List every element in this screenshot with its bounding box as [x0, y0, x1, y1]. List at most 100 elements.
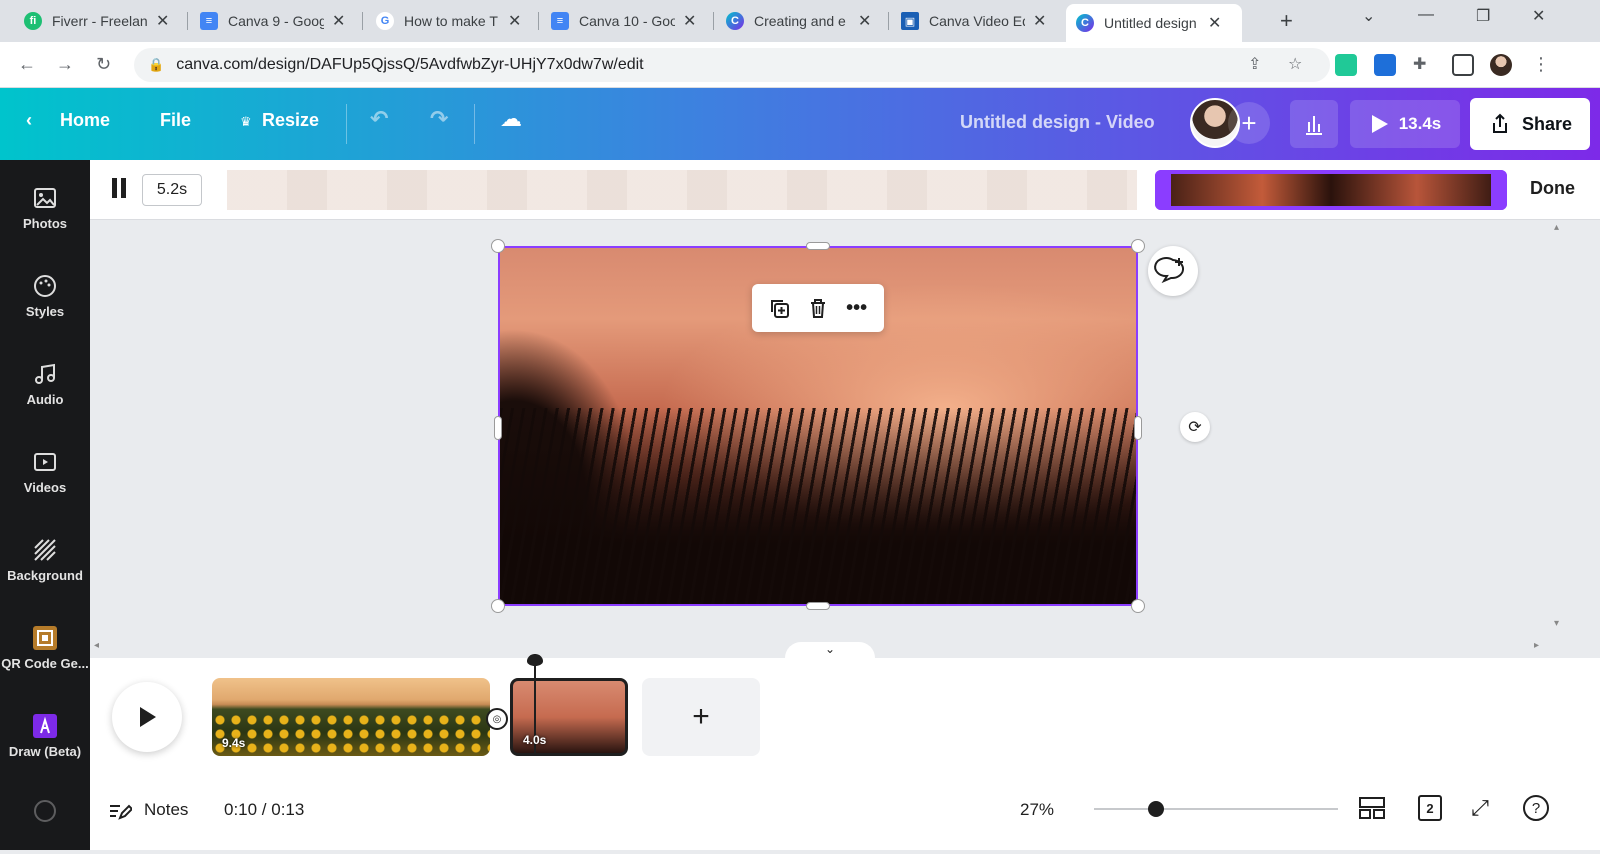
fiverr-icon: fi: [24, 12, 42, 30]
collapse-timeline-button[interactable]: ⌄: [785, 642, 875, 658]
browser-tab[interactable]: ≡ Canva 9 - Google ✕: [190, 6, 355, 36]
resize-handle[interactable]: [491, 599, 505, 613]
sidebar-item-audio[interactable]: Audio: [0, 344, 90, 424]
resize-button[interactable]: Resize: [262, 110, 319, 131]
close-icon[interactable]: ✕: [683, 11, 696, 31]
close-icon[interactable]: ✕: [508, 11, 521, 31]
timeline-clip-sunset-grass[interactable]: 4.0s: [510, 678, 628, 756]
url-input[interactable]: 🔒 canva.com/design/DAFUp5QjssQ/5AvdfwbZy…: [134, 48, 1330, 82]
notes-button[interactable]: Notes: [108, 798, 188, 822]
grid-view-icon[interactable]: [1358, 794, 1386, 822]
file-button[interactable]: File: [160, 110, 191, 131]
play-preview-button[interactable]: 13.4s: [1350, 100, 1460, 148]
tab-title: Fiverr - Freelance: [52, 13, 148, 29]
chevron-left-icon[interactable]: ‹: [26, 110, 32, 131]
redo-icon[interactable]: ↷: [430, 106, 448, 132]
resize-handle[interactable]: [806, 602, 830, 610]
left-sidebar: Photos Styles Audio Videos Background QR…: [0, 160, 90, 850]
menu-kebab-icon[interactable]: ⋮: [1532, 54, 1550, 75]
scroll-down-icon[interactable]: ▾: [1554, 618, 1559, 629]
cloud-saved-icon[interactable]: ☁: [500, 106, 522, 132]
qr-code-icon: [33, 625, 57, 650]
close-icon[interactable]: ✕: [1033, 11, 1046, 31]
draw-pen-icon: [33, 713, 57, 738]
fullscreen-icon[interactable]: ⤢: [1466, 794, 1494, 822]
timeline-clip-sunflowers[interactable]: 9.4s: [212, 678, 490, 756]
resize-handle[interactable]: [1131, 599, 1145, 613]
tab-title: Creating and e: [754, 13, 846, 29]
transition-icon[interactable]: ◎: [486, 708, 508, 730]
add-collaborator-button[interactable]: +: [1228, 102, 1270, 144]
browser-tab[interactable]: G How to make T ✕: [366, 6, 531, 36]
browser-tab[interactable]: ▣ Canva Video Ed ✕: [891, 6, 1056, 36]
rotate-icon[interactable]: ⟳: [1180, 412, 1210, 442]
sidebar-item-background[interactable]: Background: [0, 520, 90, 600]
pause-icon[interactable]: [112, 178, 126, 198]
sidebar-item-photos[interactable]: Photos: [0, 168, 90, 248]
trash-icon[interactable]: [805, 295, 831, 321]
close-icon[interactable]: ✕: [858, 11, 871, 31]
restore-icon[interactable]: ❐: [1476, 6, 1490, 26]
resize-handle[interactable]: [806, 242, 830, 250]
zoom-slider[interactable]: [1094, 801, 1338, 817]
more-options-icon[interactable]: •••: [844, 295, 870, 321]
share-page-icon[interactable]: ⇪: [1248, 54, 1261, 74]
browser-tab[interactable]: ≡ Canva 10 - Goo ✕: [541, 6, 706, 36]
play-button[interactable]: [112, 682, 182, 752]
help-icon[interactable]: ?: [1522, 794, 1550, 822]
sidebar-item-more[interactable]: [0, 774, 90, 854]
bookmark-star-icon[interactable]: ☆: [1288, 54, 1302, 74]
clip-duration: 9.4s: [222, 736, 246, 750]
sidebar-item-qr-code[interactable]: QR Code Ge...: [0, 608, 90, 688]
undo-icon[interactable]: ↶: [370, 106, 388, 132]
close-icon[interactable]: ✕: [156, 11, 169, 31]
reload-icon[interactable]: ↻: [96, 54, 111, 75]
scroll-left-icon[interactable]: ◂: [94, 640, 99, 651]
resize-handle[interactable]: [494, 416, 502, 440]
address-bar-row: ← → ↻ 🔒 canva.com/design/DAFUp5QjssQ/5Av…: [0, 42, 1600, 88]
photo-icon: [34, 187, 56, 208]
pages-count-icon[interactable]: 2: [1416, 794, 1444, 822]
insights-button[interactable]: [1290, 100, 1338, 148]
minimize-icon[interactable]: —: [1418, 6, 1434, 24]
share-button[interactable]: Share: [1470, 98, 1590, 150]
close-window-icon[interactable]: ✕: [1532, 6, 1545, 26]
sidebar-item-videos[interactable]: Videos: [0, 432, 90, 512]
resize-handle[interactable]: [1134, 416, 1142, 440]
vertical-scrollbar[interactable]: ▴ ▾: [1550, 220, 1570, 640]
duplicate-icon[interactable]: [766, 295, 792, 321]
resize-handle[interactable]: [1131, 239, 1145, 253]
forward-icon[interactable]: →: [56, 54, 74, 75]
design-title[interactable]: Untitled design - Video: [960, 112, 1155, 133]
back-icon[interactable]: ←: [18, 54, 36, 75]
browser-tab[interactable]: fi Fiverr - Freelance ✕: [14, 6, 179, 36]
sidebar-item-label: QR Code Ge...: [1, 655, 89, 671]
add-clip-button[interactable]: +: [642, 678, 760, 756]
scroll-up-icon[interactable]: ▴: [1554, 222, 1559, 233]
new-tab-icon[interactable]: +: [1280, 8, 1293, 34]
resize-handle[interactable]: [491, 239, 505, 253]
zoom-level[interactable]: 27%: [1020, 800, 1054, 820]
trim-selection[interactable]: [1155, 170, 1507, 210]
extension-download-icon[interactable]: [1335, 54, 1357, 76]
add-comment-button[interactable]: [1148, 246, 1198, 296]
browser-tab[interactable]: C Creating and e ✕: [716, 6, 881, 36]
close-icon[interactable]: ✕: [1208, 13, 1221, 33]
done-button[interactable]: Done: [1530, 178, 1575, 199]
tab-title: How to make T: [404, 13, 498, 29]
profile-avatar[interactable]: [1490, 54, 1512, 76]
sidebar-item-styles[interactable]: Styles: [0, 256, 90, 336]
browser-tab-active[interactable]: C Untitled design ✕: [1066, 4, 1242, 42]
canva-toolbar: ‹ Home File ♛ Resize ↶ ↷ ☁ Untitled desi…: [0, 88, 1600, 160]
close-icon[interactable]: ✕: [332, 11, 345, 31]
side-panel-icon[interactable]: [1452, 54, 1474, 76]
extension-translate-icon[interactable]: [1374, 54, 1396, 76]
extensions-puzzle-icon[interactable]: ✚: [1413, 54, 1426, 74]
zoom-slider-knob[interactable]: [1148, 801, 1164, 817]
scroll-right-icon[interactable]: ▸: [1534, 640, 1539, 651]
home-button[interactable]: Home: [60, 110, 110, 131]
sidebar-item-draw[interactable]: Draw (Beta): [0, 696, 90, 776]
app-logo-icon: [34, 800, 56, 822]
google-docs-icon: ≡: [551, 12, 569, 30]
tab-search-icon[interactable]: ⌄: [1362, 6, 1375, 26]
